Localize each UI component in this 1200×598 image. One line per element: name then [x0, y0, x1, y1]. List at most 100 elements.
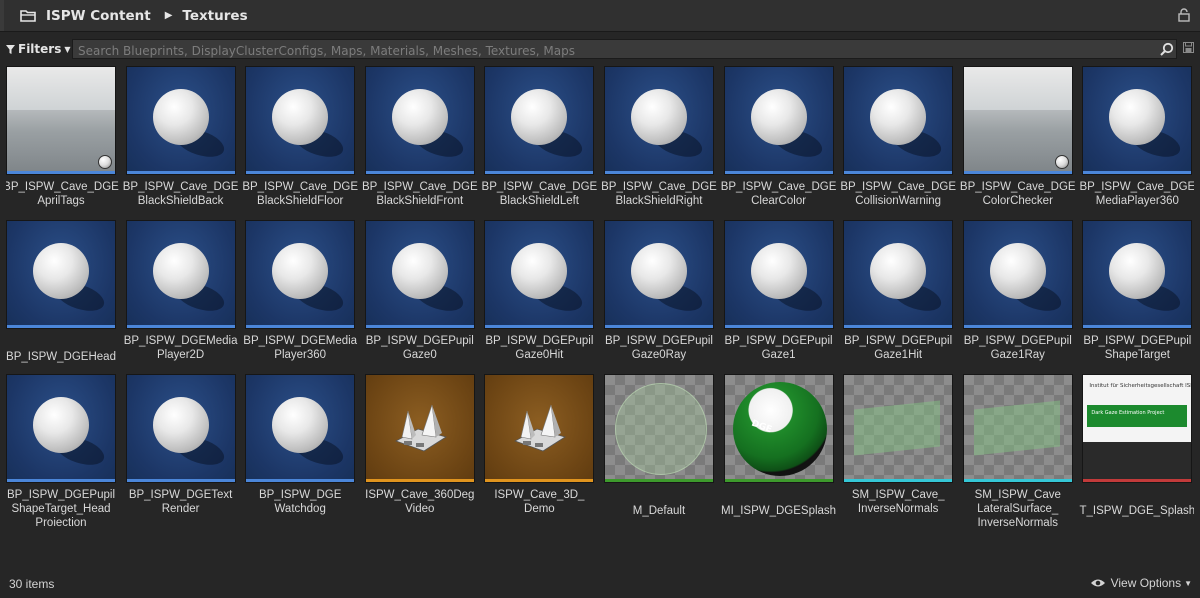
asset-tile[interactable]: BP_ISPW_Cave_DGE BlackShieldLeft: [482, 66, 597, 220]
view-options-button[interactable]: View Options ▼: [1090, 576, 1192, 590]
asset-name: BP_ISPW_DGEPupil ShapeTarget: [1083, 335, 1192, 361]
mesh-plane-icon: [973, 400, 1060, 456]
asset-tile[interactable]: ISPW_Cave_360Deg Video: [364, 374, 475, 526]
asset-name: BP_ISPW_Cave_DGE BlackShieldBack: [122, 181, 239, 207]
search-icon[interactable]: [1160, 42, 1174, 56]
asset-type-bar: [485, 479, 594, 482]
asset-tile[interactable]: BP_ISPW_Cave_DGE BlackShieldFront: [362, 66, 478, 220]
asset-name: BP_ISPW_DGEPupil Gaze1: [724, 335, 833, 361]
asset-thumbnail: [245, 374, 356, 483]
search-input[interactable]: [73, 42, 1148, 60]
asset-type-bar: [963, 171, 1072, 174]
asset-name: BP_ISPW_Cave_DGE MediaPlayer360: [1079, 181, 1195, 207]
sphere-icon: [272, 243, 329, 299]
mesh-plane-icon: [854, 400, 941, 456]
asset-thumbnail: [603, 220, 714, 329]
asset-type-bar: [1083, 325, 1192, 328]
asset-tile[interactable]: BP_ISPW_Cave_DGE BlackShieldFloor: [242, 66, 358, 220]
asset-tile[interactable]: SM_ISPW_Cave_ InverseNormals: [843, 374, 954, 526]
breadcrumb-arrow-icon[interactable]: ▶: [165, 10, 173, 21]
asset-name: SM_ISPW_Cave_ InverseNormals: [851, 489, 945, 515]
asset-thumbnail: [484, 220, 595, 329]
material-sphere-icon: [614, 383, 707, 475]
asset-tile[interactable]: BP_ISPW_DGEPupil ShapeTarget: [1082, 220, 1193, 374]
asset-tile[interactable]: BP_ISPW_Cave_DGE BlackShieldBack: [123, 66, 238, 220]
asset-type-bar: [365, 325, 474, 328]
asset-tile[interactable]: BP_ISPW_DGEMedia Player2D: [124, 220, 237, 374]
asset-tile[interactable]: BP_ISPW_Cave_DGE ColorChecker: [960, 66, 1076, 220]
asset-thumbnail: [603, 66, 714, 175]
asset-tile[interactable]: BP_ISPW_DGE Watchdog: [245, 374, 356, 526]
asset-tile[interactable]: BP_ISPW_DGEText Render: [125, 374, 236, 526]
sphere-icon: [152, 243, 209, 299]
chevron-down-icon: ▼: [1184, 578, 1192, 588]
asset-thumbnail: [723, 220, 834, 329]
view-options-label: View Options: [1110, 576, 1182, 590]
sphere-icon: [511, 243, 568, 299]
asset-tile[interactable]: BP_ISPW_DGEPupil Gaze0Ray: [603, 220, 714, 374]
asset-tile[interactable]: SM_ISPW_Cave LateralSurface_ InverseNormal…: [962, 374, 1073, 526]
sphere-icon: [152, 89, 209, 145]
asset-thumbnail: [484, 66, 595, 175]
spike-mesh-icon: [394, 404, 447, 452]
sphere-icon: [33, 243, 89, 299]
asset-thumbnail: [364, 220, 475, 329]
asset-tile[interactable]: BP_ISPW_Cave_DGE BlackShieldRight: [601, 66, 717, 220]
lock-icon[interactable]: [1178, 8, 1190, 22]
asset-tile[interactable]: BP_ISPW_DGEPupil Gaze1Hit: [843, 220, 954, 374]
filters-button[interactable]: Filters ▼: [6, 38, 71, 60]
asset-thumbnail: [245, 66, 356, 175]
asset-tile[interactable]: BP_ISPW_Cave_DGE AprilTags: [6, 66, 119, 220]
asset-thumbnail: [364, 374, 475, 483]
splash-footer: [1083, 442, 1192, 482]
asset-tile[interactable]: M_Default: [603, 374, 714, 526]
asset-type-bar: [1083, 479, 1192, 482]
asset-thumbnail: Institut für Sicherheitsgesellschaft ISP…: [1082, 374, 1193, 483]
asset-tile[interactable]: BP_ISPW_DGEPupil ShapeTarget_Head Projecti…: [6, 374, 116, 526]
asset-tile[interactable]: BP_ISPW_Cave_DGE MediaPlayer360: [1080, 66, 1194, 220]
asset-type-bar: [724, 171, 833, 174]
sky-backdrop: [963, 67, 1072, 110]
asset-tile[interactable]: BP_ISPW_DGEPupil Gaze1Ray: [962, 220, 1073, 374]
asset-thumbnail: [843, 66, 954, 175]
material-sphere-icon: DGE: [732, 382, 827, 476]
asset-thumbnail: [6, 374, 116, 483]
asset-tile[interactable]: ISPW_Cave_3D_ Demo: [484, 374, 595, 526]
asset-type-bar: [246, 479, 355, 482]
asset-tile[interactable]: BP_ISPW_DGEPupil Gaze0Hit: [484, 220, 595, 374]
sphere-icon: [391, 89, 448, 145]
asset-tile[interactable]: BP_ISPW_Cave_DGE CollisionWarning: [840, 66, 956, 220]
asset-tile[interactable]: BP_ISPW_DGEPupil Gaze0: [364, 220, 475, 374]
funnel-icon: [6, 44, 15, 54]
save-search-icon[interactable]: [1183, 42, 1194, 53]
asset-tile[interactable]: BP_ISPW_DGEMedia Player360: [243, 220, 357, 374]
breadcrumb-root[interactable]: ISPW Content: [46, 8, 151, 24]
asset-tile[interactable]: BP_ISPW_DGEHead: [6, 220, 116, 374]
breadcrumb: ISPW Content ▶ Textures: [20, 8, 248, 24]
asset-type-bar: [724, 479, 833, 482]
asset-tile[interactable]: Institut für Sicherheitsgesellschaft ISP…: [1080, 374, 1194, 526]
asset-thumbnail: [1082, 220, 1193, 329]
sphere-icon: [33, 397, 89, 453]
breadcrumb-current[interactable]: Textures: [182, 8, 247, 24]
asset-type-bar: [724, 325, 833, 328]
asset-type-bar: [844, 325, 953, 328]
asset-type-bar: [246, 171, 355, 174]
sphere-icon: [630, 89, 687, 145]
asset-tile[interactable]: DGE MI_ISPW_DGESplash: [721, 374, 836, 526]
asset-tile[interactable]: BP_ISPW_DGEPupil Gaze1: [723, 220, 834, 374]
sphere-icon: [989, 243, 1046, 299]
asset-name: MI_ISPW_DGESplash: [721, 505, 837, 517]
asset-type-bar: [7, 171, 115, 174]
asset-tile[interactable]: BP_ISPW_Cave_DGE ClearColor: [721, 66, 836, 220]
asset-name: ISPW_Cave_3D_ Demo: [494, 489, 585, 515]
asset-name: BP_ISPW_Cave_DGE BlackShieldRight: [601, 181, 717, 207]
sphere-icon: [272, 89, 329, 145]
item-count: 30 items: [9, 577, 55, 591]
asset-thumbnail: [843, 374, 954, 483]
sphere-icon: [630, 243, 687, 299]
asset-name: BP_ISPW_DGEText Render: [128, 489, 233, 515]
asset-thumbnail: [125, 220, 236, 329]
asset-type-bar: [365, 479, 474, 482]
sphere-text: DGE: [749, 418, 773, 436]
